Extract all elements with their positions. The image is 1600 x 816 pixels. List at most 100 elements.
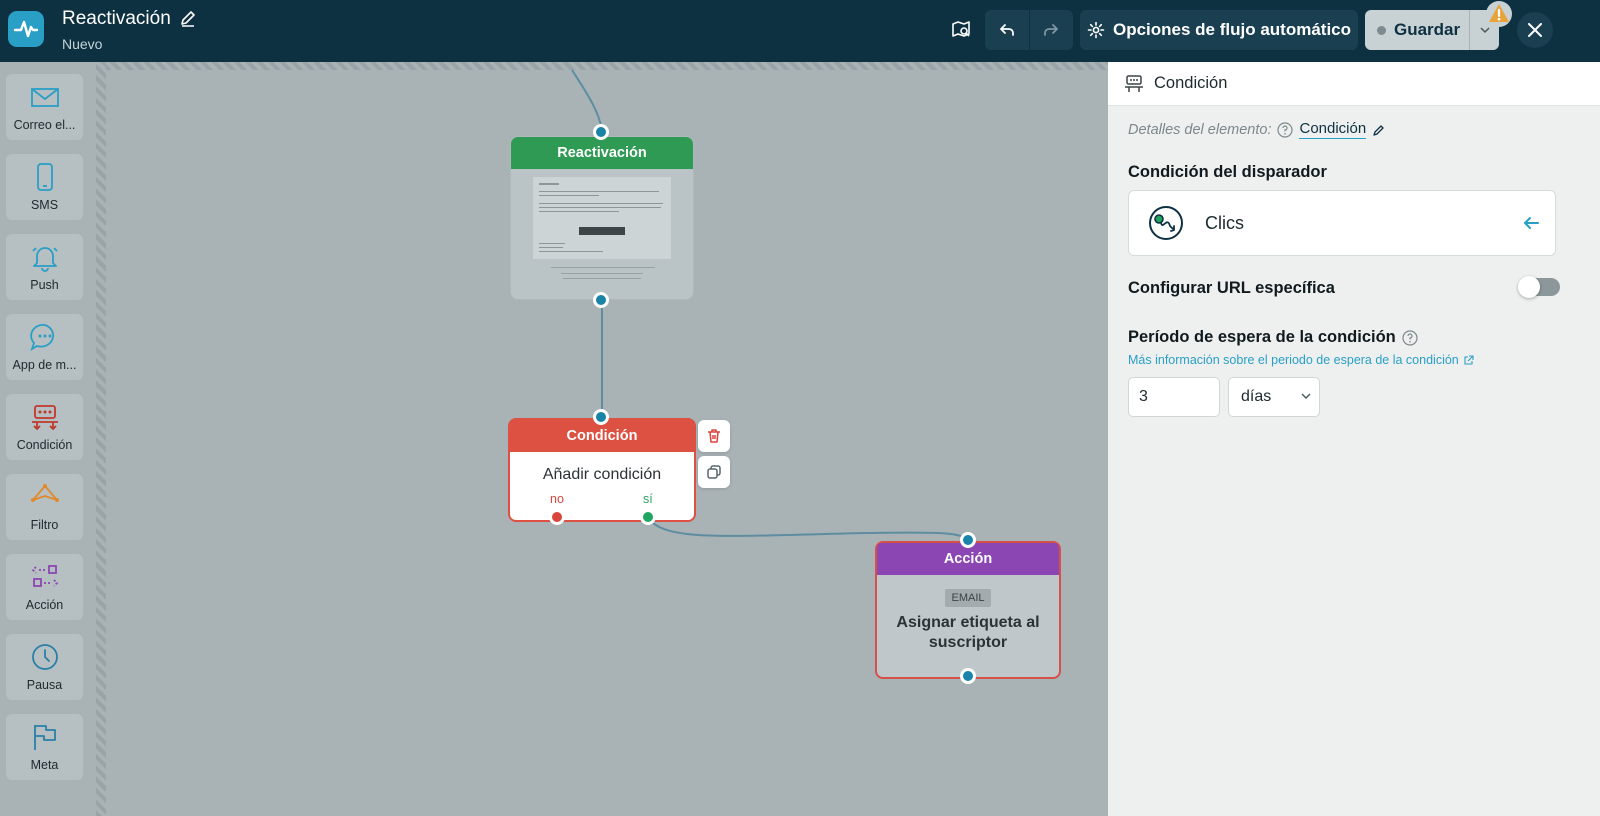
edit-pencil-icon[interactable] [179,10,197,28]
element-name[interactable]: Condición [1299,120,1367,139]
save-button[interactable]: Guardar [1365,10,1469,50]
add-condition-text[interactable]: Añadir condición [510,466,694,484]
save-button-group: Guardar [1365,10,1499,50]
element-details: Detalles del elemento: Condición [1128,120,1386,139]
palette-item-label: Condición [16,438,73,452]
palette-item-push[interactable]: Push [6,234,83,300]
channel-badge: EMAIL [945,589,991,607]
click-trigger-icon [1149,206,1183,240]
palette-item-condition[interactable]: Condición [6,394,83,460]
palette-item-email[interactable]: Correo el... [6,74,83,140]
wait-period-title: Período de espera de la condición [1128,328,1396,346]
palette-item-goal[interactable]: Meta [6,714,83,780]
undo-button[interactable] [985,10,1029,50]
workflow-title-block: Reactivación Nuevo [62,8,197,52]
specific-url-title: Configurar URL específica [1128,279,1335,297]
workflow-canvas[interactable]: Reactivación Condición Añadir condición … [106,62,1108,816]
wait-period-unit-select[interactable]: días [1228,377,1320,417]
output-port[interactable] [960,668,976,684]
properties-panel: Condición Detalles del elemento: Condici… [1108,62,1600,816]
input-port[interactable] [593,124,609,140]
workflow-options-button[interactable]: Opciones de flujo automático [1080,10,1358,50]
action-icon [31,565,58,587]
output-port-yes[interactable] [640,509,656,525]
gear-icon [1087,21,1105,39]
wait-period-info-link[interactable]: Más información sobre el periodo de espe… [1128,353,1474,367]
undo-icon [999,24,1014,36]
phone-icon [36,163,53,191]
palette-item-action[interactable]: Acción [6,554,83,620]
details-label: Detalles del elemento: [1128,121,1272,138]
action-node[interactable]: Acción EMAIL Asignar etiqueta al suscrip… [875,541,1061,679]
panel-header: Condición [1108,62,1600,106]
trigger-condition-title: Condición del disparador [1128,163,1327,181]
condition-icon [1125,74,1143,92]
save-status-dot [1377,25,1386,35]
map-search-button[interactable] [944,10,978,50]
palette-item-label: SMS [30,198,59,212]
palette-item-filter[interactable]: Filtro [6,474,83,540]
palette-item-pause[interactable]: Pausa [6,634,83,700]
palette-item-app-message[interactable]: App de m... [6,314,83,380]
input-port[interactable] [960,532,976,548]
workflow-options-label: Opciones de flujo automático [1112,20,1352,39]
palette-item-label: Acción [25,598,64,612]
wait-period-unit: días [1241,388,1272,405]
app-logo[interactable] [8,11,44,47]
top-bar: Reactivación Nuevo Opciones de flujo aut… [0,0,1600,62]
redo-button[interactable] [1029,10,1073,50]
panel-title: Condición [1154,74,1228,92]
close-icon [1528,23,1542,37]
bell-icon [31,247,58,272]
external-link-icon [1464,354,1474,365]
workflow-title: Reactivación [62,8,171,29]
delete-node-button[interactable] [698,420,730,452]
branch-label-no: no [550,492,564,506]
input-port[interactable] [593,409,609,425]
action-description: Asignar etiqueta al suscriptor [896,614,1040,651]
pulse-icon [13,20,39,38]
email-preview [533,177,671,259]
arrow-left-icon[interactable] [1521,213,1541,233]
output-port[interactable] [593,292,609,308]
help-icon[interactable] [1402,329,1418,346]
copy-icon [707,465,721,479]
trigger-condition-card[interactable]: Clics [1128,190,1556,256]
node-title: Reactivación [511,137,693,169]
wait-period-title-row: Período de espera de la condición [1128,328,1418,347]
wait-period-value-input[interactable] [1128,377,1220,417]
help-icon[interactable] [1277,121,1294,138]
palette-item-label: Correo el... [13,118,76,132]
workflow-status: Nuevo [62,36,103,52]
trigger-condition-value: Clics [1205,212,1244,233]
redo-icon [1044,24,1059,36]
wait-period-link-text: Más información sobre el periodo de espe… [1128,353,1459,367]
map-search-icon [952,21,970,37]
condition-icon [31,405,58,431]
trash-icon [708,429,720,443]
flag-icon [33,725,56,750]
clock-icon [31,644,58,670]
condition-node[interactable]: Condición Añadir condición no sí [508,418,696,522]
palette-item-label: Push [30,278,59,292]
output-port-no[interactable] [549,509,565,525]
palette-item-label: App de m... [12,358,77,372]
palette-item-label: Pausa [26,678,63,692]
save-label: Guardar [1394,20,1461,39]
email-node-reactivation[interactable]: Reactivación [510,136,694,300]
warning-icon[interactable] [1484,0,1514,28]
edit-pencil-icon[interactable] [1372,123,1386,137]
close-button[interactable] [1517,12,1553,48]
specific-url-toggle[interactable] [1518,276,1560,298]
palette-edge [96,62,106,816]
undo-redo-group [985,10,1073,50]
chevron-down-icon [1301,393,1311,399]
envelope-icon [30,88,59,107]
filter-icon [30,484,59,502]
duplicate-node-button[interactable] [698,456,730,488]
chat-bubble-icon [29,323,54,352]
palette-item-label: Filtro [30,518,59,532]
element-palette: Correo el... SMS Push App de m... Condic… [0,62,96,816]
palette-item-sms[interactable]: SMS [6,154,83,220]
branch-label-yes: sí [643,492,653,506]
